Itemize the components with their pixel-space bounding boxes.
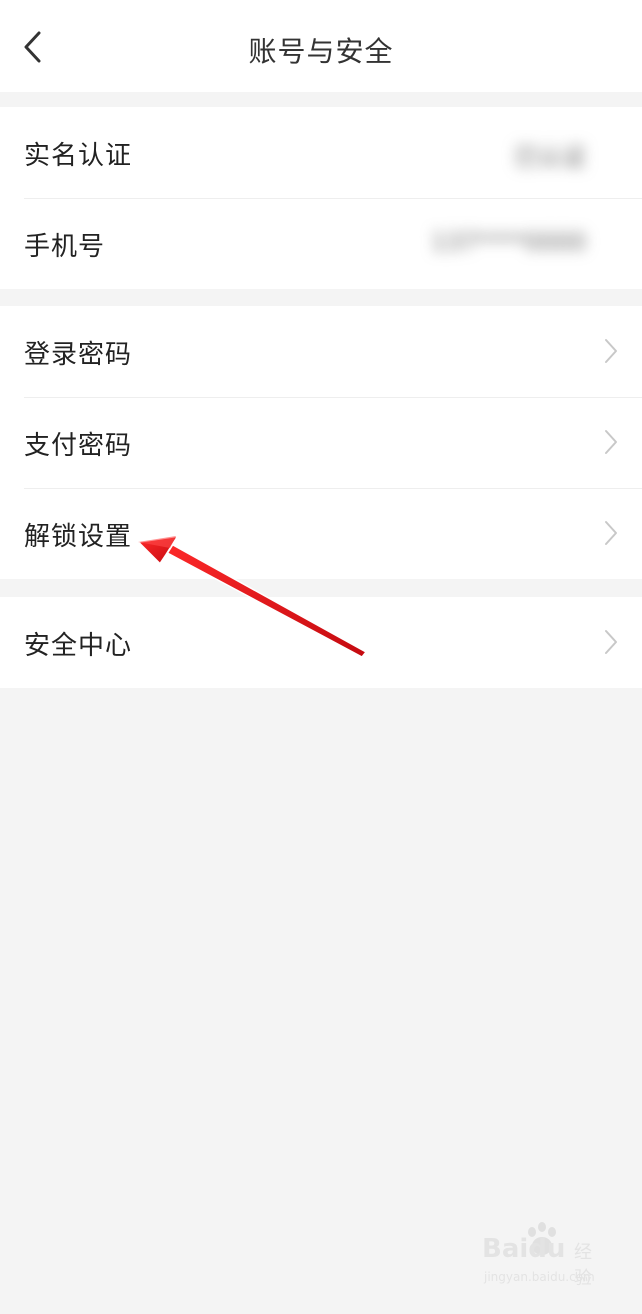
chevron-right-icon bbox=[605, 430, 617, 454]
chevron-right-icon bbox=[605, 339, 617, 363]
unlock-settings-row[interactable]: 解锁设置 bbox=[0, 488, 642, 579]
row-value-blurred: 137****0000 bbox=[431, 228, 586, 256]
nav-bar: 账号与安全 bbox=[0, 0, 642, 92]
chevron-right-icon bbox=[605, 521, 617, 545]
watermark-brand: Baidu bbox=[482, 1234, 566, 1264]
security-center-group: 安全中心 bbox=[0, 597, 642, 688]
chevron-right-icon bbox=[605, 630, 617, 654]
row-label: 支付密码 bbox=[24, 431, 133, 461]
security-center-row[interactable]: 安全中心 bbox=[0, 597, 642, 688]
row-value-blurred: 已认证 bbox=[514, 143, 586, 171]
payment-password-row[interactable]: 支付密码 bbox=[0, 397, 642, 488]
identity-group: 实名认证 已认证 手机号 137****0000 bbox=[0, 107, 642, 289]
watermark-domain: jingyan.baidu.com bbox=[484, 1270, 595, 1284]
row-label: 手机号 bbox=[24, 232, 106, 262]
row-label: 安全中心 bbox=[24, 631, 133, 661]
row-label: 实名认证 bbox=[24, 141, 133, 171]
baidu-watermark: Baidu 经验 jingyan.baidu.com bbox=[478, 1220, 608, 1292]
login-password-row[interactable]: 登录密码 bbox=[0, 306, 642, 397]
row-label: 解锁设置 bbox=[24, 522, 133, 552]
real-name-verification-row[interactable]: 实名认证 已认证 bbox=[0, 107, 642, 198]
password-group: 登录密码 支付密码 解锁设置 bbox=[0, 306, 642, 579]
page: 账号与安全 实名认证 已认证 手机号 137****0000 登录密码 支付密码… bbox=[0, 0, 642, 1314]
phone-number-row[interactable]: 手机号 137****0000 bbox=[0, 198, 642, 289]
page-title: 账号与安全 bbox=[248, 35, 394, 68]
row-label: 登录密码 bbox=[24, 340, 133, 370]
